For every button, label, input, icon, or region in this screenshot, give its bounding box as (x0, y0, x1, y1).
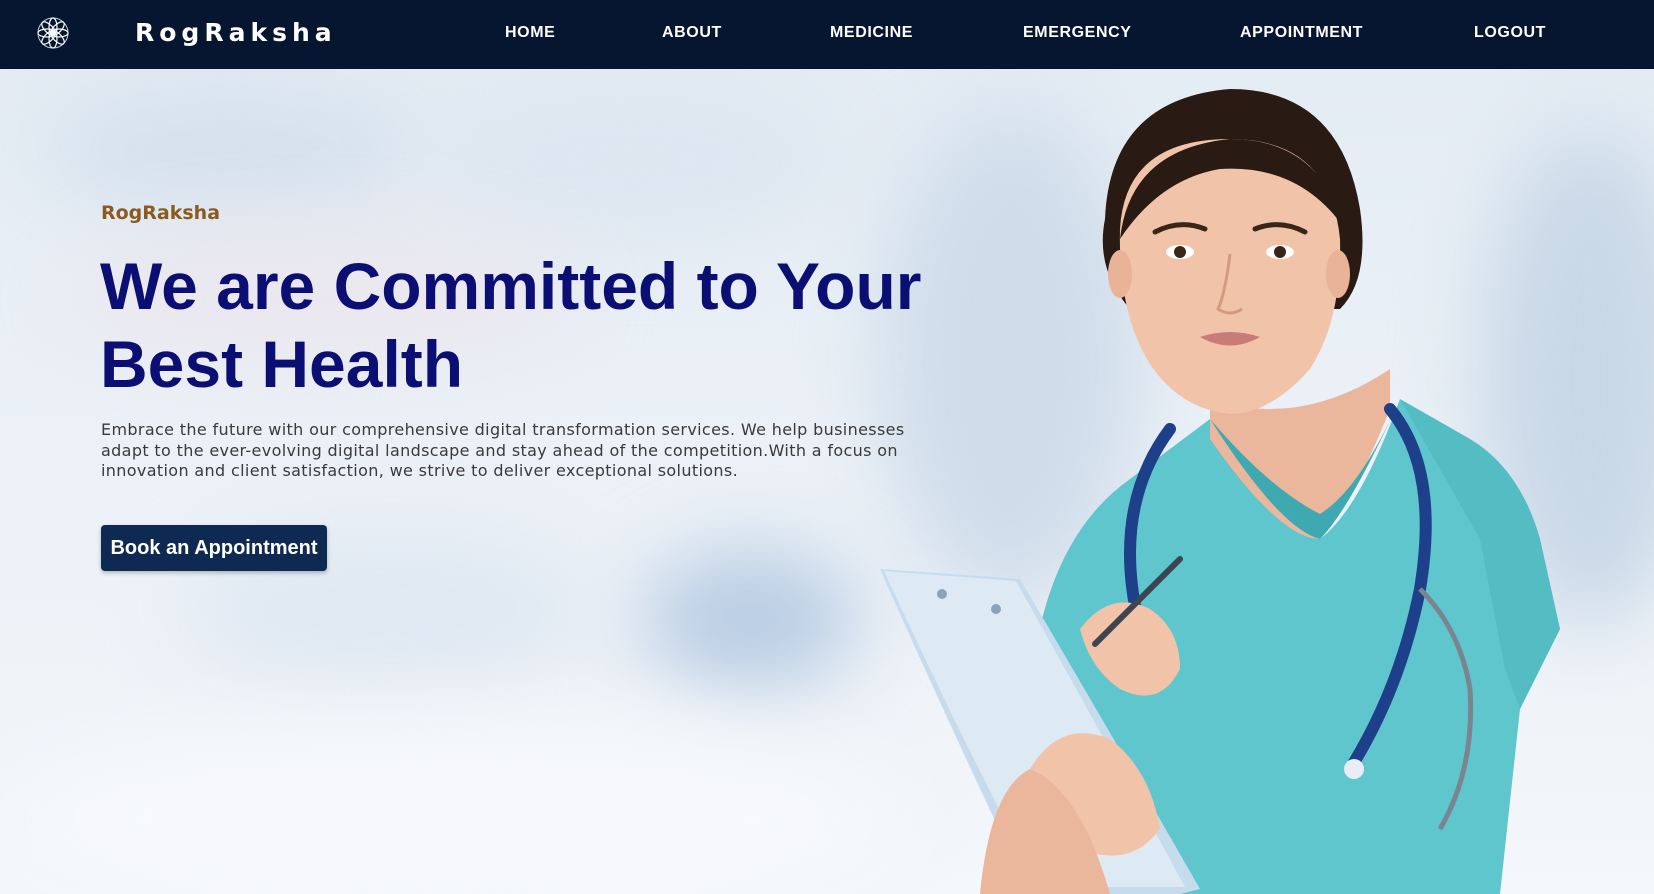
hero-headline: We are Committed to Your Best Health (100, 247, 960, 403)
background-blur (40, 89, 420, 209)
mandala-logo-icon[interactable] (36, 16, 70, 50)
nav-home-link[interactable]: HOME (505, 18, 555, 48)
hero-kicker: RogRaksha (101, 202, 221, 224)
headline-line-2: Best Health (100, 327, 464, 401)
headline-line-1: We are Committed to Your (100, 249, 922, 323)
nav-logout-link[interactable]: LOGOUT (1474, 18, 1546, 48)
nav-medicine-link[interactable]: MEDICINE (830, 18, 913, 48)
background-blur (640, 549, 860, 689)
nurse-with-clipboard-illustration (880, 89, 1560, 894)
hero-description: Embrace the future with our comprehensiv… (101, 420, 905, 480)
nav-about-link[interactable]: ABOUT (662, 18, 722, 48)
background-blur (420, 79, 840, 239)
nav-emergency-link[interactable]: EMERGENCY (1023, 18, 1132, 48)
book-appointment-button[interactable]: Book an Appointment (101, 525, 327, 571)
top-navbar: RogRaksha HOME ABOUT MEDICINE EMERGENCY … (0, 0, 1654, 69)
background-blur (0, 719, 900, 894)
nav-appointment-link[interactable]: APPOINTMENT (1240, 18, 1363, 48)
brand-name[interactable]: RogRaksha (135, 16, 337, 50)
